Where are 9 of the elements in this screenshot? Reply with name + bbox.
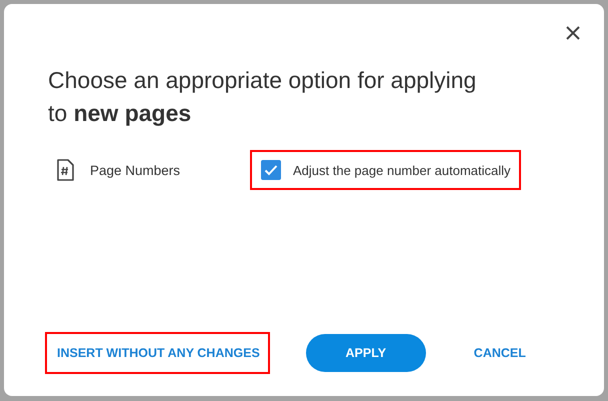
document-icon xyxy=(56,159,74,181)
apply-button[interactable]: APPLY xyxy=(306,334,426,372)
dialog-title: Choose an appropriate option for applying to new pages xyxy=(48,66,478,128)
text-button[interactable]: INSERT WITHOUT ANY CHANGES xyxy=(45,332,270,374)
checkbox-label: Adjust the page number automatically xyxy=(293,162,511,178)
option-label: Page Numbers xyxy=(90,162,182,178)
checkmark-icon xyxy=(264,164,278,176)
text-button[interactable]: CANCEL xyxy=(462,332,536,374)
checkbox[interactable] xyxy=(261,160,281,180)
